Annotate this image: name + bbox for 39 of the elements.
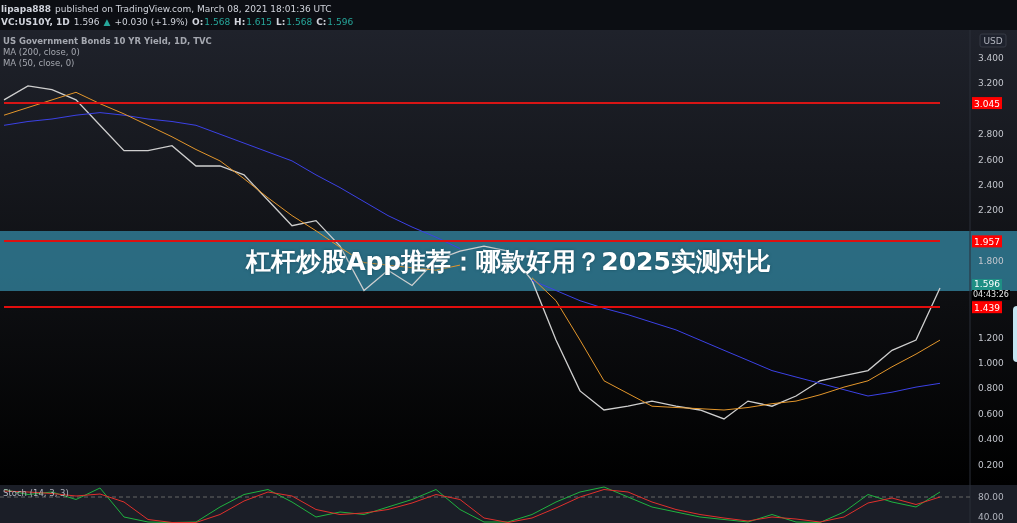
ohlc-value: 1.568 (286, 16, 313, 27)
symbol-label: VC:US10Y, 1D (1, 16, 70, 27)
axis-tick-label: 3.200 (978, 78, 1004, 89)
axis-tick-label: 1.000 (978, 358, 1004, 368)
legend-label: US Government Bonds 10 YR Yield, 1D, TVC (3, 36, 212, 46)
currency-label: USD (979, 33, 1007, 48)
legend-label: MA (50, close, 0) (3, 58, 76, 68)
publish-info: published on TradingView.com, March 08, 2021 18:01:36 UTC (55, 3, 332, 14)
axis-tick-label: 2.800 (978, 129, 1004, 140)
axis-tick-label: 40.00 (978, 512, 1004, 522)
axis-tick-label: 0.800 (978, 383, 1004, 394)
price-change: +0.030 (+1.9%) (114, 16, 189, 27)
axis-tick-label: 0.200 (978, 459, 1004, 470)
last-price-tag: 1.596 (972, 279, 1002, 290)
ohlc-value: 1.596 (327, 16, 354, 27)
ohlc-key: H: (234, 16, 246, 27)
axis-tick-label: 0.400 (978, 434, 1004, 445)
direction-glyph: ▲ (103, 16, 111, 27)
axis-tick-label: 0.600 (978, 408, 1004, 419)
ohlc-key: C: (316, 16, 327, 27)
ohlc-value: 1.568 (204, 16, 231, 27)
round-handle[interactable] (1013, 306, 1017, 362)
ohlc-key: L: (276, 16, 286, 27)
price-tag: 1.439 (972, 301, 1002, 314)
axis-tick-label: 1.800 (978, 256, 1004, 267)
price-tag: 1.957 (972, 235, 1002, 248)
axis-tick-label: 3.400 (978, 52, 1004, 63)
axis-tick-label: 80.00 (978, 492, 1004, 502)
ohlc-value: 1.615 (246, 16, 272, 27)
axis-tick-label: 2.600 (978, 154, 1004, 165)
axis-tick-label: 2.400 (978, 180, 1004, 191)
ohlc-key: O: (192, 16, 204, 27)
last-price: 1.596 (73, 16, 100, 27)
countdown-tag: 04:43:26 (972, 290, 1010, 300)
price-tag: 3.045 (972, 97, 1002, 110)
axis-tick-label: 1.200 (978, 332, 1004, 343)
axis-tick-label: 2.200 (978, 205, 1004, 216)
legend-label: MA (200, close, 0) (3, 47, 81, 57)
author-name: lipapa888 (1, 3, 51, 14)
